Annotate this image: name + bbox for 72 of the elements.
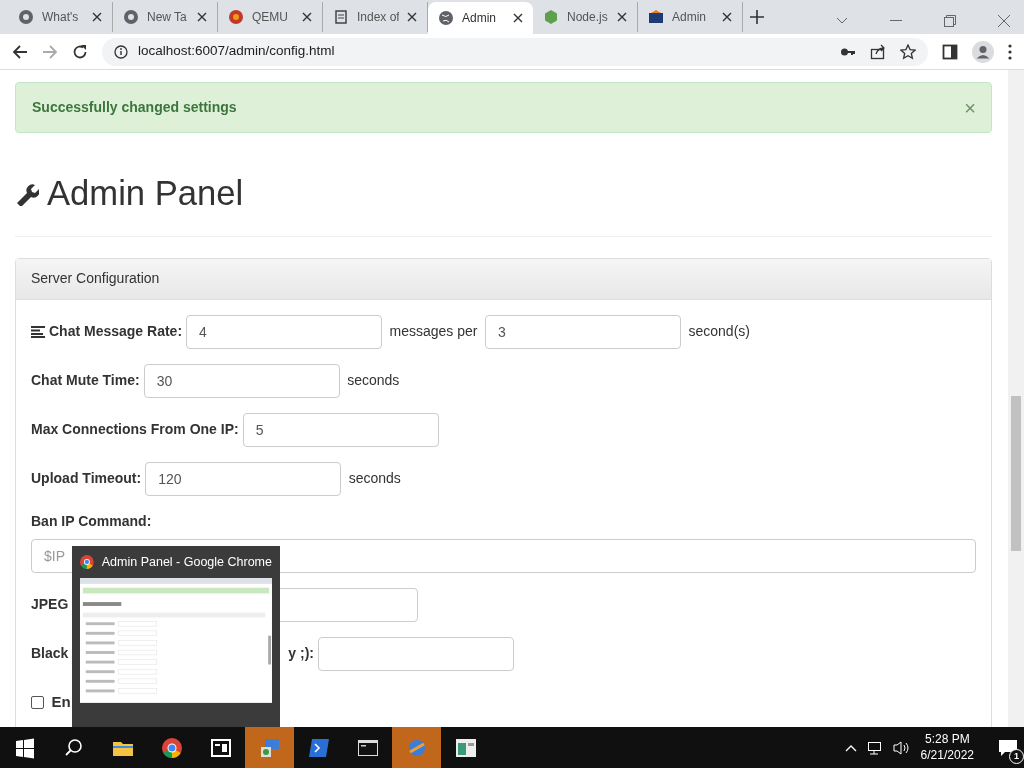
close-icon[interactable] [197, 12, 207, 22]
computer-icon[interactable] [258, 736, 281, 759]
side-panel-icon[interactable] [942, 43, 958, 60]
input-field[interactable]: 5 [242, 412, 439, 447]
notification-icon[interactable] [998, 739, 1018, 758]
field-label: JPEG [31, 595, 69, 615]
input-field[interactable]: 120 [145, 461, 342, 496]
browser-tab[interactable]: New Ta [113, 2, 218, 32]
chevron-down-icon[interactable] [836, 17, 848, 25]
chrome-icon [80, 555, 94, 569]
input-field[interactable]: 4 [186, 314, 383, 349]
preview-title: Admin Panel - Google Chrome [101, 553, 272, 571]
close-icon[interactable] [92, 12, 102, 22]
window-icon[interactable] [454, 736, 477, 759]
minimize-icon[interactable] [890, 20, 902, 22]
network-icon[interactable] [866, 739, 883, 756]
profile-icon[interactable] [972, 40, 994, 63]
field-label: Chat Mute Time: [31, 371, 140, 391]
unit-label: seconds [347, 372, 400, 389]
start-icon[interactable] [13, 736, 36, 759]
archive-icon[interactable] [209, 736, 232, 759]
input-field[interactable] [318, 636, 515, 671]
chrome-icon [123, 9, 139, 25]
chrome-icon [18, 9, 34, 25]
scrollbar-thumb[interactable] [1011, 396, 1021, 551]
reload-icon[interactable] [72, 43, 88, 60]
terminal-icon[interactable] [307, 736, 330, 759]
field-label: Upload Timeout: [31, 469, 142, 489]
restore-icon[interactable] [944, 15, 956, 27]
close-icon[interactable] [302, 12, 312, 22]
chrome-icon[interactable] [160, 736, 183, 759]
input-field[interactable]: 3 [485, 314, 681, 349]
browser-tab[interactable]: QEMU [218, 2, 323, 32]
notification-badge: 1 [1009, 749, 1024, 764]
volume-icon[interactable] [892, 739, 911, 756]
browser-tab[interactable]: Admin [638, 2, 743, 32]
preview-tooltip[interactable]: Admin Panel - Google Chrome [72, 546, 280, 727]
menu-icon[interactable] [1008, 43, 1012, 60]
browser-tab[interactable]: What's [8, 2, 113, 32]
browser-tab[interactable]: Node.js [533, 2, 638, 32]
close-icon[interactable] [407, 12, 417, 22]
share-icon[interactable] [870, 43, 886, 60]
close-icon[interactable] [617, 12, 627, 22]
close-icon[interactable] [513, 13, 523, 23]
globe-icon [438, 10, 454, 26]
field-label: En [51, 692, 71, 713]
chevron-up-icon[interactable] [844, 743, 857, 752]
wrench-icon [15, 181, 39, 206]
url-text[interactable]: localhost:6007/admin/config.html [138, 41, 335, 62]
field-label: Chat Message Rate: [49, 322, 183, 342]
unit-label: second(s) [688, 323, 750, 340]
field-label: Black [31, 644, 69, 664]
page-title: Admin Panel [47, 173, 244, 214]
checkbox[interactable] [31, 696, 44, 710]
back-icon[interactable] [12, 43, 28, 60]
browser-tab[interactable]: Admin [428, 2, 533, 34]
field-label: Ban IP Command: [31, 511, 153, 531]
field-label: Max Connections From One IP: [31, 420, 239, 440]
close-icon[interactable] [722, 12, 732, 22]
star-icon[interactable] [900, 43, 916, 60]
unit-label: seconds [348, 470, 401, 487]
hexagon-icon [543, 9, 559, 25]
document-icon [333, 9, 349, 25]
clock-date[interactable]: 6/21/2022 [920, 747, 974, 764]
info-icon [114, 44, 128, 59]
alert-message: Successfully changed settings [32, 98, 237, 117]
clock-time[interactable]: 5:28 PM [920, 731, 974, 748]
panel-heading: Server Configuration [31, 269, 160, 289]
new-tab-icon[interactable] [750, 10, 764, 25]
input-field[interactable]: 30 [143, 363, 340, 398]
unit-label: messages per [389, 323, 478, 340]
field-label: y ;): [288, 644, 315, 664]
